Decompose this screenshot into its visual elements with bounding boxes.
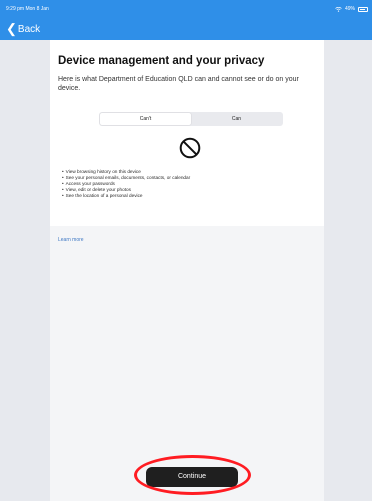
navigation-bar: ❮ Back: [0, 18, 372, 40]
page-title: Device management and your privacy: [58, 55, 265, 67]
battery-icon: [358, 6, 368, 12]
tab-can[interactable]: Can: [191, 113, 282, 125]
continue-button[interactable]: Continue: [146, 467, 238, 487]
prohibited-icon: [179, 137, 201, 159]
back-label: Back: [17, 23, 41, 35]
right-margin: [324, 40, 372, 501]
left-margin: [0, 40, 50, 501]
privacy-panel: Device management and your privacy Here …: [50, 40, 324, 501]
back-button[interactable]: ❮ Back: [6, 19, 40, 39]
status-time: 9:29 pm Mon 8 Jan: [6, 6, 49, 12]
chevron-left-icon: ❮: [6, 20, 17, 36]
privacy-card: Device management and your privacy Here …: [50, 40, 324, 226]
list-item: See the location of a personal device: [62, 193, 190, 199]
wifi-icon: [335, 6, 342, 12]
cant-list: View browsing history on this device See…: [62, 169, 191, 199]
battery-percent: 49%: [344, 6, 355, 12]
status-bar: 9:29 pm Mon 8 Jan 49%: [0, 0, 372, 18]
learn-more-link[interactable]: Learn more: [58, 237, 84, 243]
status-indicators: 49%: [335, 0, 368, 18]
tab-cant[interactable]: Can't: [100, 113, 191, 125]
cant-can-segmented-control: Can't Can: [99, 112, 283, 126]
page-subtitle: Here is what Department of Education QLD…: [58, 76, 299, 92]
